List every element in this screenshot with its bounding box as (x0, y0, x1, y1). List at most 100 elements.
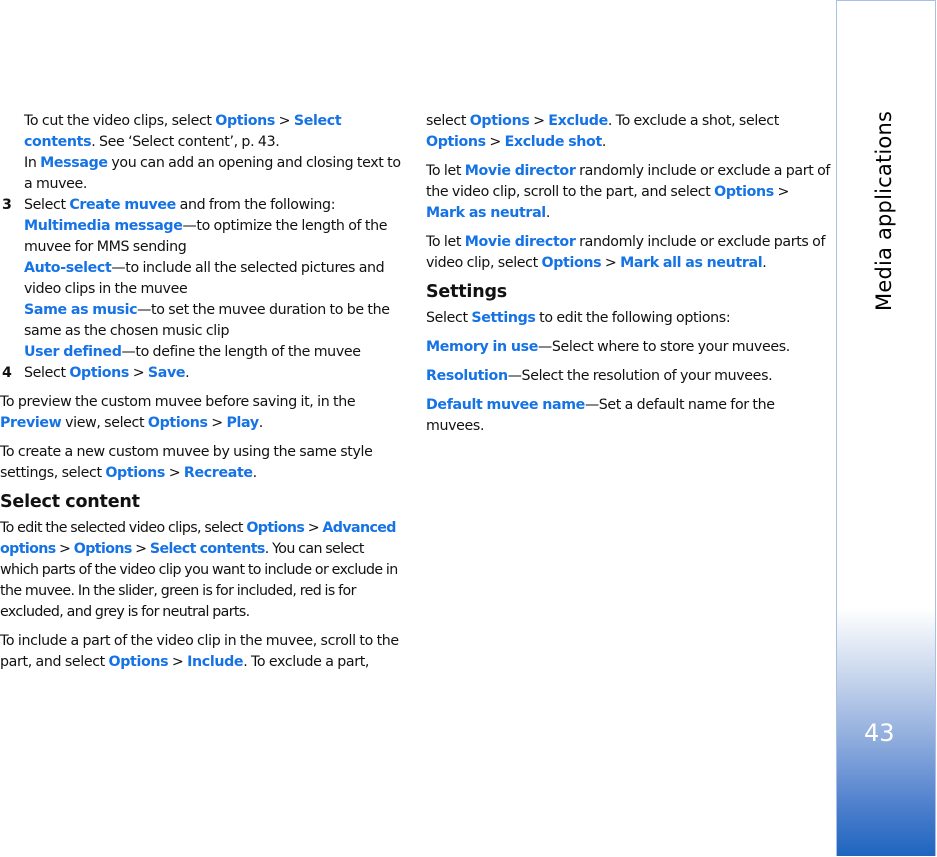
exclude-shot-link[interactable]: Exclude shot (505, 134, 603, 150)
mark-all-neutral-paragraph: To let Movie director randomly include o… (426, 232, 831, 274)
text: > (601, 255, 621, 271)
select-content-heading: Select content (0, 492, 140, 512)
text: To edit the selected video clips, select (0, 520, 247, 536)
page-number: 43 (864, 719, 895, 747)
step-number: 4 (2, 365, 12, 381)
text: > (275, 113, 294, 129)
mark-all-as-neutral-link[interactable]: Mark all as neutral (620, 255, 763, 271)
step-4: 4 Select Options > Save. (0, 363, 405, 384)
text: > (207, 415, 227, 431)
text: To preview the custom muvee before savin… (0, 394, 356, 410)
edit-clips-paragraph: To edit the selected video clips, select… (0, 518, 405, 623)
option-multimedia-message: Multimedia message—to optimize the lengt… (24, 216, 405, 258)
text: > (168, 654, 188, 670)
setting-memory-in-use: Memory in use—Select where to store your… (426, 337, 831, 358)
text: In (24, 155, 41, 171)
text: . (601, 134, 607, 150)
text: > (129, 365, 148, 381)
step-3: 3 Select Create muvee and from the follo… (0, 195, 405, 363)
text: > (55, 541, 74, 557)
setting-default-muvee-name: Default muvee name—Set a default name fo… (426, 395, 831, 437)
text: to edit the following options: (535, 310, 731, 326)
memory-in-use-link[interactable]: Memory in use (426, 339, 538, 355)
movie-director-link[interactable]: Movie director (465, 234, 576, 250)
same-as-music-link[interactable]: Same as music (24, 302, 138, 318)
resolution-link[interactable]: Resolution (426, 368, 508, 384)
options-link[interactable]: Options (714, 184, 774, 200)
text: Select (24, 365, 70, 381)
option-same-as-music: Same as music—to set the muvee duration … (24, 300, 405, 342)
text: > (529, 113, 549, 129)
save-link[interactable]: Save (148, 365, 186, 381)
exclude-link[interactable]: Exclude (548, 113, 608, 129)
options-link[interactable]: Options (69, 365, 129, 381)
text: . (185, 365, 190, 381)
options-link[interactable]: Options (246, 520, 305, 536)
text: and from the following: (175, 197, 336, 213)
auto-select-link[interactable]: Auto-select (24, 260, 112, 276)
left-column: To cut the video clips, select Options >… (0, 111, 405, 681)
text: . To exclude a part, (243, 654, 370, 670)
exclude-paragraph: select Options > Exclude. To exclude a s… (426, 111, 831, 153)
text: Select (426, 310, 472, 326)
settings-link[interactable]: Settings (471, 310, 536, 326)
settings-intro-paragraph: Select Settings to edit the following op… (426, 308, 831, 329)
options-link[interactable]: Options (74, 541, 133, 557)
options-link[interactable]: Options (215, 113, 275, 129)
text: . See ‘Select content’, p. 43. (91, 134, 280, 150)
options-link[interactable]: Options (109, 654, 169, 670)
message-link[interactable]: Message (40, 155, 108, 171)
text: To let (426, 234, 465, 250)
message-paragraph: In Message you can add an opening and cl… (0, 153, 405, 195)
preview-paragraph: To preview the custom muvee before savin… (0, 392, 405, 434)
step-number: 3 (2, 197, 12, 213)
default-muvee-name-link[interactable]: Default muvee name (426, 397, 585, 413)
create-muvee-link[interactable]: Create muvee (69, 197, 176, 213)
preview-link[interactable]: Preview (0, 415, 62, 431)
text: . (545, 205, 551, 221)
mark-neutral-paragraph: To let Movie director randomly include o… (426, 161, 831, 224)
recreate-paragraph: To create a new custom muvee by using th… (0, 442, 405, 484)
text: —to define the length of the muvee (121, 344, 361, 360)
recreate-link[interactable]: Recreate (184, 465, 253, 481)
options-link[interactable]: Options (426, 134, 486, 150)
text: > (485, 134, 505, 150)
text: > (304, 520, 323, 536)
include-paragraph: To include a part of the video clip in t… (0, 631, 405, 673)
include-link[interactable]: Include (187, 654, 243, 670)
options-link[interactable]: Options (542, 255, 602, 271)
option-auto-select: Auto-select—to include all the selected … (24, 258, 405, 300)
play-link[interactable]: Play (226, 415, 259, 431)
text: . (258, 415, 264, 431)
text: . To exclude a shot, select (607, 113, 779, 129)
movie-director-link[interactable]: Movie director (465, 163, 576, 179)
text: Select (24, 197, 70, 213)
text: To cut the video clips, select (24, 113, 216, 129)
text: > (165, 465, 184, 481)
multimedia-message-link[interactable]: Multimedia message (24, 218, 183, 234)
text: > (773, 184, 790, 200)
user-defined-link[interactable]: User defined (24, 344, 122, 360)
setting-resolution: Resolution—Select the resolution of your… (426, 366, 831, 387)
options-link[interactable]: Options (470, 113, 530, 129)
option-user-defined: User defined—to define the length of the… (24, 342, 405, 363)
text: To let (426, 163, 465, 179)
text: —Select where to store your muvees. (537, 339, 790, 355)
right-column: select Options > Exclude. To exclude a s… (426, 111, 831, 445)
text: . (252, 465, 258, 481)
cut-clips-paragraph: To cut the video clips, select Options >… (0, 111, 405, 153)
select-contents-link[interactable]: Select contents (150, 541, 266, 557)
text: > (131, 541, 150, 557)
options-link[interactable]: Options (105, 465, 165, 481)
chapter-title: Media applications (872, 110, 896, 311)
text: select (426, 113, 470, 129)
mark-as-neutral-link[interactable]: Mark as neutral (426, 205, 546, 221)
step-4-text: Select Options > Save. (24, 363, 405, 384)
chapter-sidebar: Media applications 43 (836, 0, 936, 856)
text: view, select (61, 415, 148, 431)
step-3-text: Select Create muvee and from the followi… (24, 195, 405, 216)
options-link[interactable]: Options (148, 415, 208, 431)
text: . (762, 255, 767, 271)
settings-heading: Settings (426, 282, 508, 302)
text: —Select the resolution of your muvees. (507, 368, 773, 384)
